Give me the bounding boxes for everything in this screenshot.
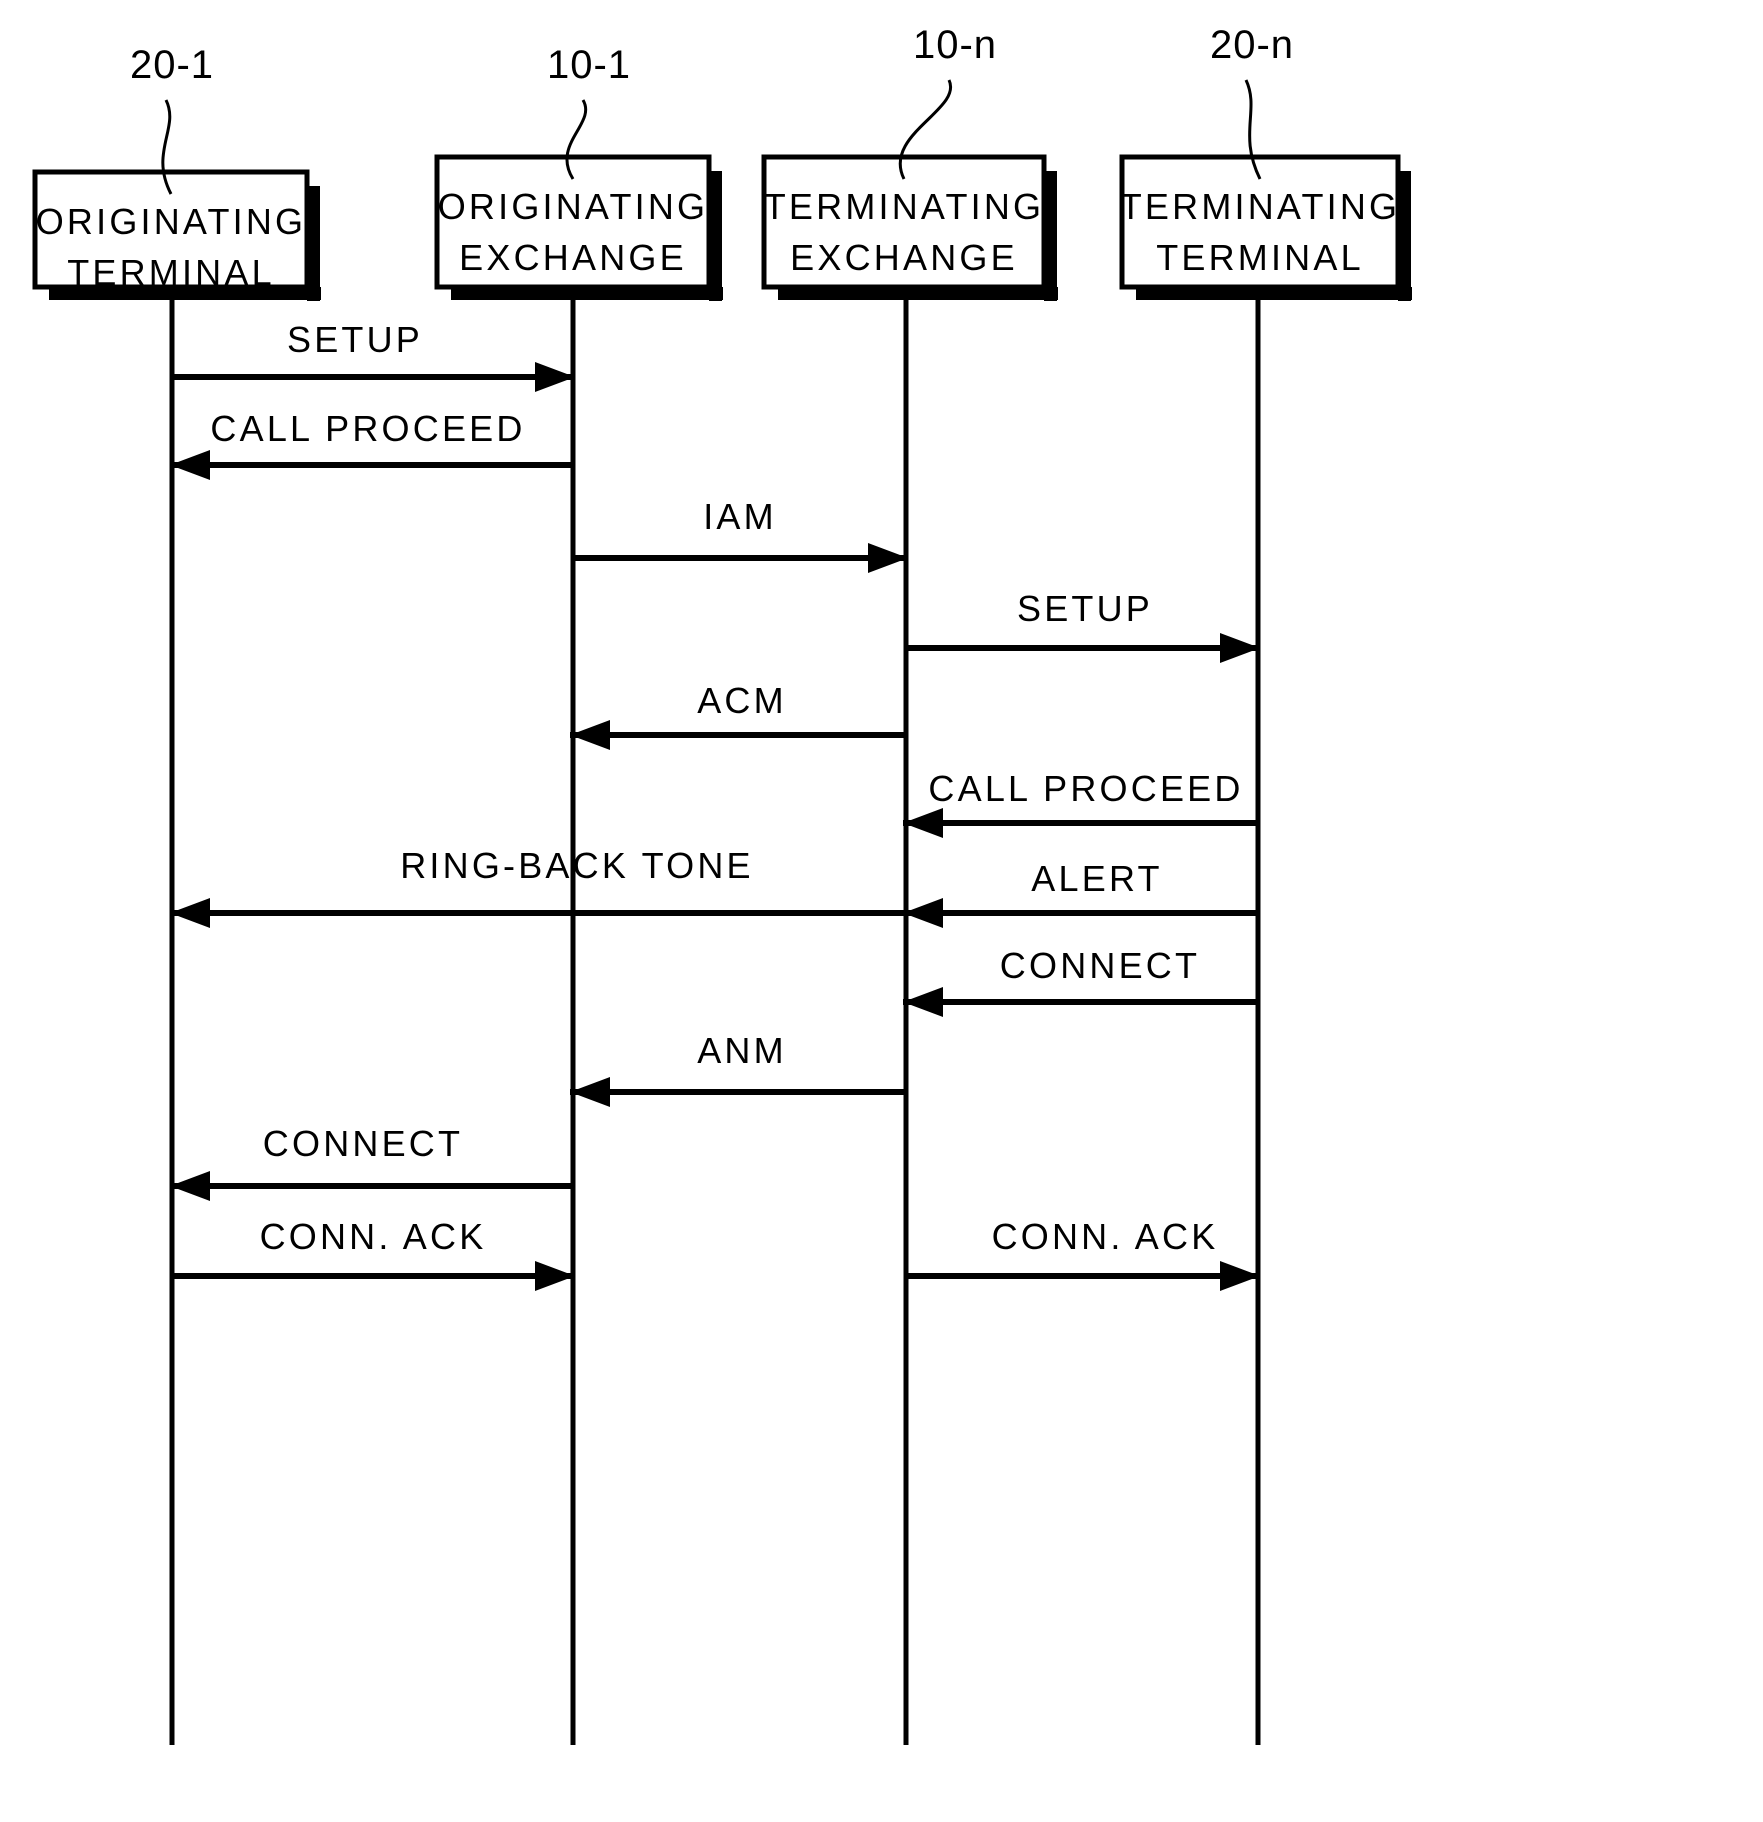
participant-label-line1-term-exchange: TERMINATING bbox=[764, 186, 1045, 227]
message-label-m8: ALERT bbox=[1031, 858, 1162, 899]
participant-term-exchange[interactable]: TERMINATING EXCHANGE bbox=[761, 154, 1058, 301]
message-label-m3: IAM bbox=[703, 496, 777, 537]
participant-label-line1-term-terminal: TERMINATING bbox=[1120, 186, 1401, 227]
message-m12[interactable]: CONN. ACK bbox=[172, 1216, 575, 1291]
message-arrowhead-m4 bbox=[1220, 633, 1260, 663]
participant-label-line2-term-terminal: TERMINAL bbox=[1156, 237, 1364, 278]
message-label-m7: RING-BACK TONE bbox=[400, 845, 754, 886]
participant-term-terminal[interactable]: TERMINATING TERMINAL bbox=[1119, 154, 1412, 301]
sequence-diagram-svg: ORIGINATING TERMINAL 20-1 ORIGINATING EXCHAN… bbox=[32, 23, 1412, 1745]
message-arrowhead-m2 bbox=[170, 450, 210, 480]
message-label-m10: ANM bbox=[697, 1030, 787, 1071]
message-arrowhead-m6 bbox=[903, 808, 943, 838]
message-label-m2: CALL PROCEED bbox=[210, 408, 525, 449]
message-m1[interactable]: SETUP bbox=[172, 319, 575, 392]
messages-layer: SETUP CALL PROCEED IAM SETUP ACM CALL PROCEED… bbox=[170, 319, 1260, 1291]
message-arrowhead-m8 bbox=[903, 898, 943, 928]
participant-orig-exchange[interactable]: ORIGINATING EXCHANGE bbox=[434, 154, 723, 301]
reference-numeral-orig-exchange: 10-1 bbox=[547, 43, 631, 87]
participant-label-line2-term-exchange: EXCHANGE bbox=[790, 237, 1018, 278]
message-label-m9: CONNECT bbox=[1000, 945, 1200, 986]
participant-label-line2-orig-terminal: TERMINAL bbox=[67, 252, 275, 293]
message-label-m13: CONN. ACK bbox=[992, 1216, 1219, 1257]
message-arrowhead-m11 bbox=[170, 1171, 210, 1201]
message-m7[interactable]: RING-BACK TONE bbox=[170, 845, 906, 928]
message-label-m11: CONNECT bbox=[263, 1123, 463, 1164]
message-m8[interactable]: ALERT bbox=[903, 858, 1258, 928]
message-label-m6: CALL PROCEED bbox=[928, 768, 1243, 809]
participant-orig-terminal[interactable]: ORIGINATING TERMINAL bbox=[32, 169, 321, 301]
message-arrowhead-m9 bbox=[903, 987, 943, 1017]
message-m10[interactable]: ANM bbox=[570, 1030, 906, 1107]
reference-numeral-term-exchange: 10-n bbox=[913, 23, 997, 67]
message-arrowhead-m1 bbox=[535, 362, 575, 392]
message-m3[interactable]: IAM bbox=[573, 496, 908, 573]
diagram-canvas: ORIGINATING TERMINAL 20-1 ORIGINATING EXCHAN… bbox=[0, 0, 1763, 1822]
message-arrowhead-m10 bbox=[570, 1077, 610, 1107]
message-m5[interactable]: ACM bbox=[570, 680, 906, 750]
participant-boxes-layer: ORIGINATING TERMINAL 20-1 ORIGINATING EXCHAN… bbox=[32, 23, 1412, 301]
participant-label-line1-orig-terminal: ORIGINATING bbox=[36, 201, 307, 242]
participant-label-line1-orig-exchange: ORIGINATING bbox=[438, 186, 709, 227]
participant-label-line2-orig-exchange: EXCHANGE bbox=[459, 237, 687, 278]
message-label-m5: ACM bbox=[697, 680, 787, 721]
message-label-m12: CONN. ACK bbox=[260, 1216, 487, 1257]
message-m11[interactable]: CONNECT bbox=[170, 1123, 573, 1201]
message-arrowhead-m7 bbox=[170, 898, 210, 928]
message-label-m1: SETUP bbox=[287, 319, 423, 360]
message-m9[interactable]: CONNECT bbox=[903, 945, 1258, 1017]
message-arrowhead-m5 bbox=[570, 720, 610, 750]
message-label-m4: SETUP bbox=[1017, 588, 1153, 629]
message-m13[interactable]: CONN. ACK bbox=[906, 1216, 1260, 1291]
reference-numeral-orig-terminal: 20-1 bbox=[130, 43, 214, 87]
message-m6[interactable]: CALL PROCEED bbox=[903, 768, 1258, 838]
message-m2[interactable]: CALL PROCEED bbox=[170, 408, 573, 480]
message-arrowhead-m3 bbox=[868, 543, 908, 573]
reference-numeral-term-terminal: 20-n bbox=[1210, 23, 1294, 67]
message-arrowhead-m13 bbox=[1220, 1261, 1260, 1291]
message-arrowhead-m12 bbox=[535, 1261, 575, 1291]
message-m4[interactable]: SETUP bbox=[906, 588, 1260, 663]
